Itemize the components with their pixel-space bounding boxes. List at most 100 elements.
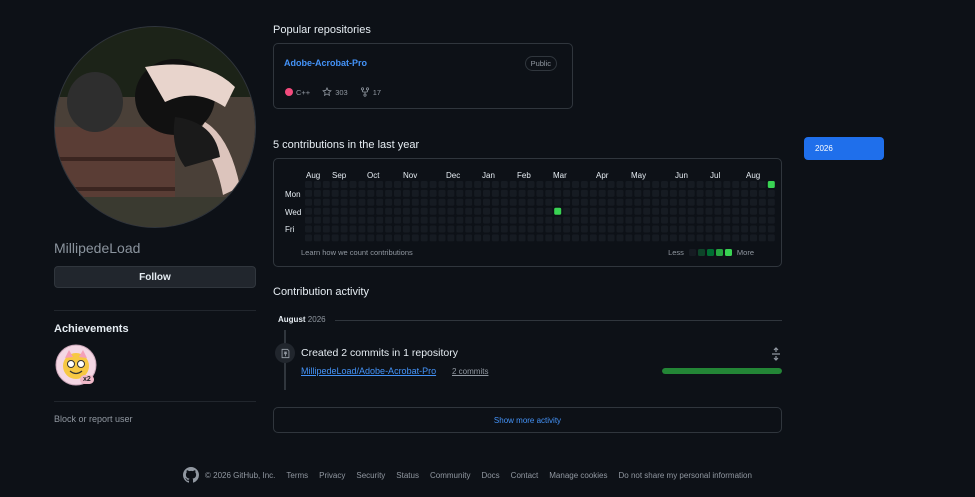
contribution-cell[interactable]	[669, 225, 677, 233]
footer-link-community[interactable]: Community	[430, 471, 470, 480]
contribution-cell[interactable]	[669, 234, 677, 242]
contribution-cell[interactable]	[661, 189, 668, 197]
contribution-cell[interactable]	[385, 225, 393, 233]
contribution-cell[interactable]	[758, 189, 766, 197]
contribution-cell[interactable]	[536, 207, 544, 215]
contribution-cell[interactable]	[750, 216, 757, 224]
contribution-cell[interactable]	[661, 234, 668, 242]
contribution-cell[interactable]	[447, 216, 455, 224]
contribution-cell[interactable]	[491, 198, 499, 206]
contribution-cell[interactable]	[474, 234, 482, 242]
contribution-cell[interactable]	[696, 225, 704, 233]
contribution-cell[interactable]	[340, 207, 348, 215]
contribution-cell[interactable]	[589, 189, 597, 197]
contribution-cell[interactable]	[714, 225, 722, 233]
contribution-cell[interactable]	[465, 181, 473, 188]
contribution-cell[interactable]	[358, 207, 366, 215]
contribution-cell[interactable]	[331, 225, 339, 233]
contribution-cell[interactable]	[669, 216, 677, 224]
contribution-cell[interactable]	[491, 207, 499, 215]
contribution-cell[interactable]	[661, 225, 668, 233]
contribution-cell[interactable]	[465, 189, 473, 197]
contribution-cell[interactable]	[385, 189, 393, 197]
contribution-cell[interactable]	[349, 198, 357, 206]
contribution-cell[interactable]	[518, 207, 526, 215]
contribution-cell[interactable]	[572, 198, 579, 206]
contribution-cell[interactable]	[678, 207, 686, 215]
contribution-cell[interactable]	[634, 198, 642, 206]
contribution-cell[interactable]	[572, 207, 579, 215]
contribution-cell[interactable]	[483, 189, 490, 197]
contribution-cell[interactable]	[305, 234, 312, 242]
contribution-cell[interactable]	[598, 189, 606, 197]
contribution-cell[interactable]	[669, 198, 677, 206]
contribution-cell[interactable]	[732, 198, 740, 206]
contribution-cell[interactable]	[580, 216, 588, 224]
activity-repo-link[interactable]: MillipedeLoad/Adobe-Acrobat-Pro	[301, 366, 436, 376]
contribution-cell[interactable]	[758, 225, 766, 233]
contribution-cell[interactable]	[589, 225, 597, 233]
contribution-cell[interactable]	[518, 181, 526, 188]
contribution-cell[interactable]	[723, 216, 731, 224]
contribution-cell[interactable]	[500, 198, 508, 206]
contribution-cell[interactable]	[456, 225, 464, 233]
contribution-cell[interactable]	[491, 181, 499, 188]
contribution-cell[interactable]	[367, 207, 375, 215]
contribution-cell[interactable]	[652, 234, 660, 242]
contribution-cell[interactable]	[678, 216, 686, 224]
contribution-cell[interactable]	[402, 234, 410, 242]
contribution-cell[interactable]	[625, 189, 633, 197]
contribution-cell[interactable]	[420, 181, 428, 188]
contribution-cell[interactable]	[589, 216, 597, 224]
contribution-cell[interactable]	[367, 225, 375, 233]
contribution-cell[interactable]	[723, 225, 731, 233]
contribution-cell[interactable]	[616, 216, 624, 224]
contribution-cell[interactable]	[340, 225, 348, 233]
contribution-cell[interactable]	[313, 234, 321, 242]
contribution-cell[interactable]	[723, 198, 731, 206]
contribution-cell[interactable]	[438, 234, 446, 242]
contribution-cell[interactable]	[500, 181, 508, 188]
contribution-cell[interactable]	[741, 189, 749, 197]
contribution-cell[interactable]	[643, 216, 651, 224]
contribution-cell[interactable]	[687, 225, 695, 233]
contribution-cell[interactable]	[500, 225, 508, 233]
contribution-cell[interactable]	[509, 207, 517, 215]
contribution-cell[interactable]	[305, 207, 312, 215]
contribution-cell[interactable]	[465, 216, 473, 224]
contribution-cell[interactable]	[705, 234, 713, 242]
contribution-cell[interactable]	[394, 189, 401, 197]
block-report-link[interactable]: Block or report user	[54, 414, 133, 424]
contribution-cell[interactable]	[358, 189, 366, 197]
contribution-cell[interactable]	[643, 198, 651, 206]
contribution-cell[interactable]	[465, 207, 473, 215]
contribution-cell[interactable]	[723, 207, 731, 215]
contribution-cell[interactable]	[607, 207, 615, 215]
contribution-cell[interactable]	[554, 181, 562, 188]
contribution-cell[interactable]	[465, 234, 473, 242]
contribution-cell[interactable]	[331, 189, 339, 197]
contribution-cell[interactable]	[741, 207, 749, 215]
contribution-cell[interactable]	[411, 234, 419, 242]
contribution-cell[interactable]	[509, 225, 517, 233]
contribution-cell[interactable]	[758, 181, 766, 188]
contribution-cell[interactable]	[563, 234, 571, 242]
contribution-cell[interactable]	[714, 216, 722, 224]
contribution-cell[interactable]	[394, 225, 401, 233]
contribution-cell[interactable]	[661, 181, 668, 188]
contribution-cell[interactable]	[305, 216, 312, 224]
contribution-cell[interactable]	[438, 198, 446, 206]
contribution-cell[interactable]	[491, 225, 499, 233]
contribution-cell[interactable]	[420, 225, 428, 233]
contribution-cell[interactable]	[652, 189, 660, 197]
contribution-cell[interactable]	[545, 225, 553, 233]
contribution-cell[interactable]	[696, 216, 704, 224]
contribution-cell[interactable]	[643, 189, 651, 197]
contribution-cell[interactable]	[563, 207, 571, 215]
contribution-cell[interactable]	[607, 234, 615, 242]
contribution-cell[interactable]	[705, 207, 713, 215]
repo-forks-link[interactable]: 17	[360, 87, 381, 97]
contribution-cell[interactable]	[340, 234, 348, 242]
contribution-cell[interactable]	[767, 181, 775, 188]
contribution-cell[interactable]	[420, 189, 428, 197]
